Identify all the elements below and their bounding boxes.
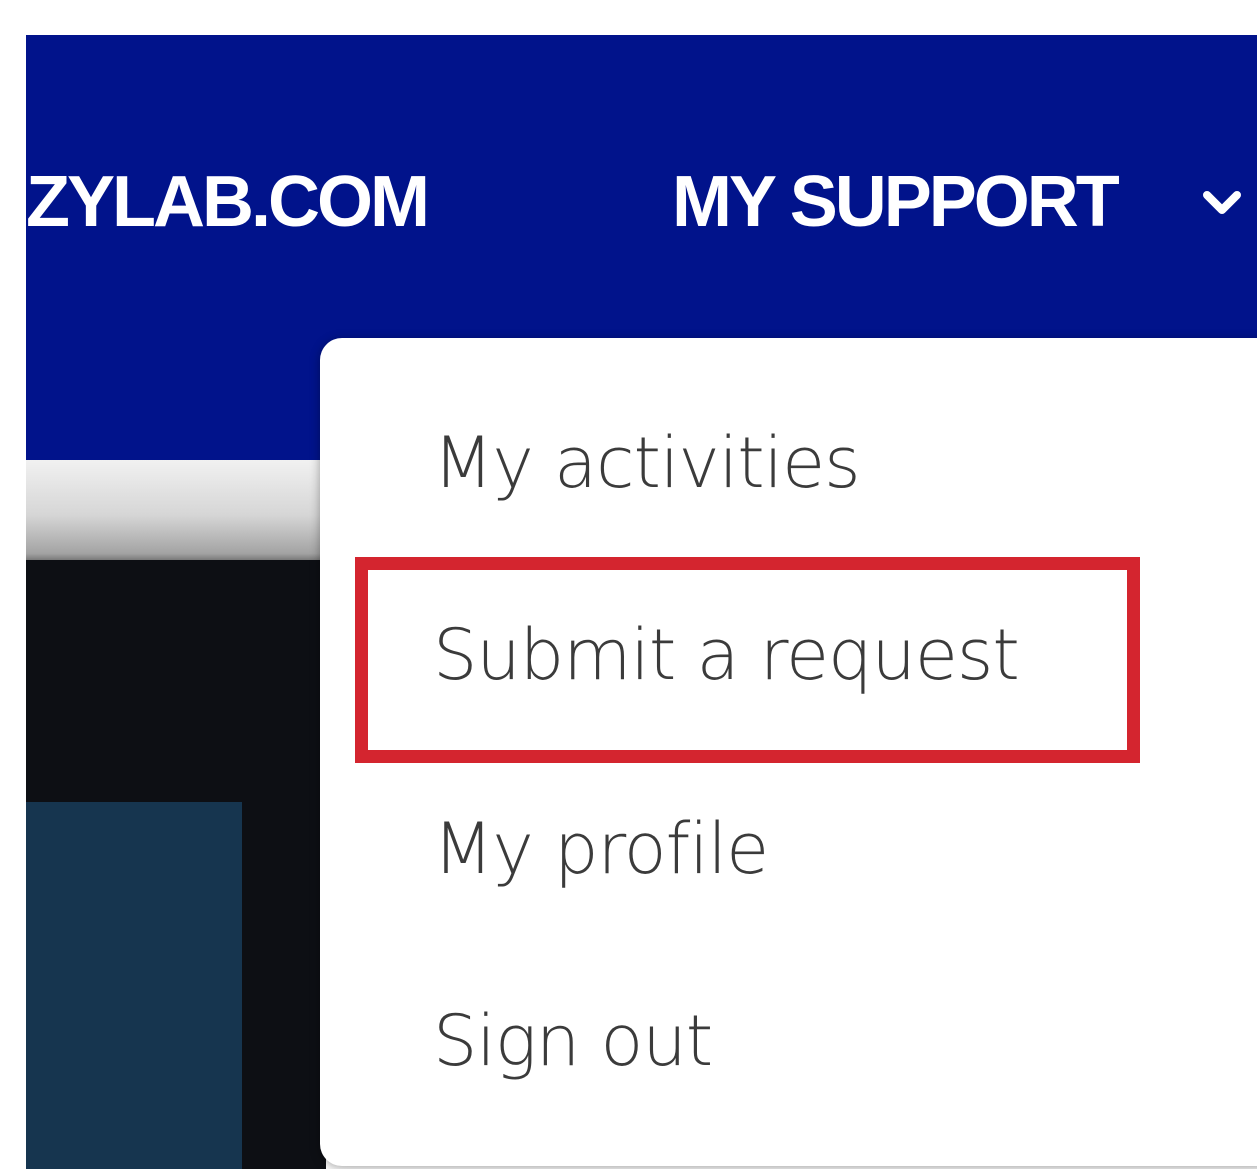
menu-item-my-activities[interactable]: My activities [433,428,861,498]
background-panel [26,802,242,1169]
chevron-down-icon[interactable] [1202,188,1242,218]
background-image-top [26,460,326,570]
nav-link-zylab-com[interactable]: ZYLAB.COM [26,166,430,238]
nav-my-support-menu[interactable]: MY SUPPORT [672,166,1120,238]
menu-item-my-profile[interactable]: My profile [433,814,769,884]
page: ZYLAB.COM MY SUPPORT My activities Submi… [0,0,1257,1169]
my-support-dropdown-menu: My activities Submit a request My profil… [320,338,1257,1166]
menu-item-submit-a-request[interactable]: Submit a request [433,620,1020,690]
menu-item-sign-out[interactable]: Sign out [433,1006,713,1076]
